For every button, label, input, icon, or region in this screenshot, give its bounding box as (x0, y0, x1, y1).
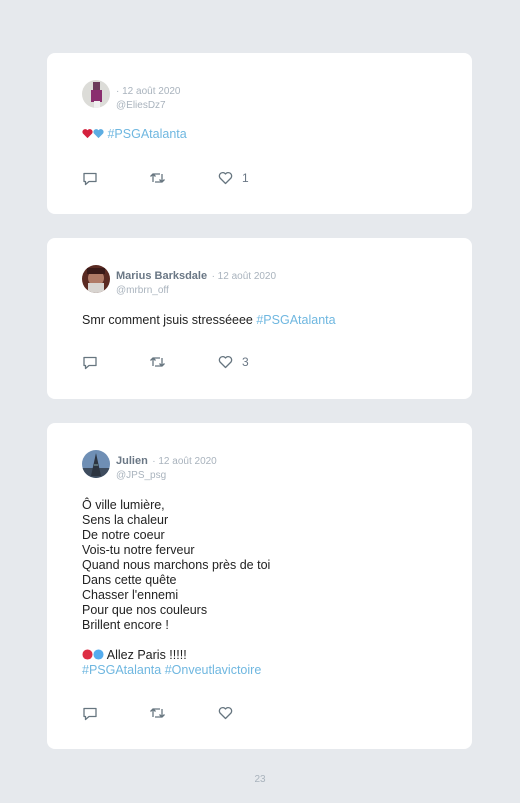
retweet-icon (150, 708, 165, 718)
reply-icon (83, 172, 97, 185)
avatar[interactable] (82, 80, 110, 108)
like-icon (218, 706, 233, 720)
reply-button[interactable] (82, 354, 98, 370)
tweet-date[interactable]: · 12 août 2020 (116, 86, 181, 97)
tweet-meta: · 12 août 2020 @EliesDz7 (116, 81, 181, 111)
author-handle[interactable]: @mrbrn_off (116, 285, 276, 296)
tweet-date[interactable]: · 12 août 2020 (212, 271, 277, 282)
tweet-meta: Marius Barksdale · 12 août 2020 @mrbrn_o… (116, 266, 276, 296)
closing-text: Allez Paris !!!!! (104, 648, 187, 662)
tweet-date[interactable]: · 12 août 2020 (152, 456, 217, 467)
hashtag-link[interactable]: #PSGAtalanta (256, 313, 335, 327)
like-button[interactable]: 3 (218, 354, 249, 370)
tweet-card: Julien · 12 août 2020 @JPS_psg Ô ville l… (47, 423, 472, 749)
tweet-text: Smr comment jsuis stresséeee #PSGAtalant… (82, 313, 336, 328)
tweet-text: #PSGAtalanta (82, 127, 187, 142)
retweet-icon (150, 173, 165, 183)
blue-circle-emoji (93, 649, 104, 660)
tweet-card: · 12 août 2020 @EliesDz7 #PSGAtalanta 1 (47, 53, 472, 214)
hashtag-link[interactable]: #PSGAtalanta #Onveutlavictoire (82, 663, 261, 677)
retweet-icon (150, 357, 165, 367)
author-name[interactable]: Julien (116, 455, 148, 467)
author-handle[interactable]: @JPS_psg (116, 470, 217, 481)
red-circle-emoji (82, 649, 93, 660)
like-icon (218, 355, 233, 369)
tweet-text-content: Smr comment jsuis stresséeee (82, 313, 257, 327)
heart-emoji (82, 129, 93, 139)
reply-icon (83, 356, 97, 369)
retweet-button[interactable] (149, 705, 166, 721)
retweet-button[interactable] (149, 170, 166, 186)
tweet-card: Marius Barksdale · 12 août 2020 @mrbrn_o… (47, 238, 472, 399)
tweet-text: Ô ville lumière, Sens la chaleur De notr… (82, 498, 270, 633)
tweet-meta: Julien · 12 août 2020 @JPS_psg (116, 451, 217, 481)
reply-icon (83, 707, 97, 720)
tweet-poem: Ô ville lumière, Sens la chaleur De notr… (82, 498, 271, 632)
avatar[interactable] (82, 450, 110, 478)
author-name[interactable]: Marius Barksdale (116, 270, 207, 282)
avatar[interactable] (82, 265, 110, 293)
like-count: 3 (242, 355, 249, 369)
tweet-hashtags: #PSGAtalanta #Onveutlavictoire (82, 663, 261, 678)
like-button[interactable]: 1 (218, 170, 249, 186)
page-number: 23 (254, 774, 266, 785)
tweet-closing: Allez Paris !!!!! (82, 648, 187, 663)
reply-button[interactable] (82, 170, 98, 186)
hashtag-link[interactable]: #PSGAtalanta (107, 127, 186, 141)
reply-button[interactable] (82, 705, 98, 721)
tweet-actions: 3 (82, 354, 282, 370)
like-button[interactable] (218, 705, 242, 721)
author-handle[interactable]: @EliesDz7 (116, 100, 181, 111)
blue-heart-emoji (93, 129, 104, 139)
retweet-button[interactable] (149, 354, 166, 370)
like-count: 1 (242, 171, 249, 185)
like-icon (218, 171, 233, 185)
tweet-actions: 1 (82, 170, 282, 186)
tweet-actions (82, 705, 282, 721)
